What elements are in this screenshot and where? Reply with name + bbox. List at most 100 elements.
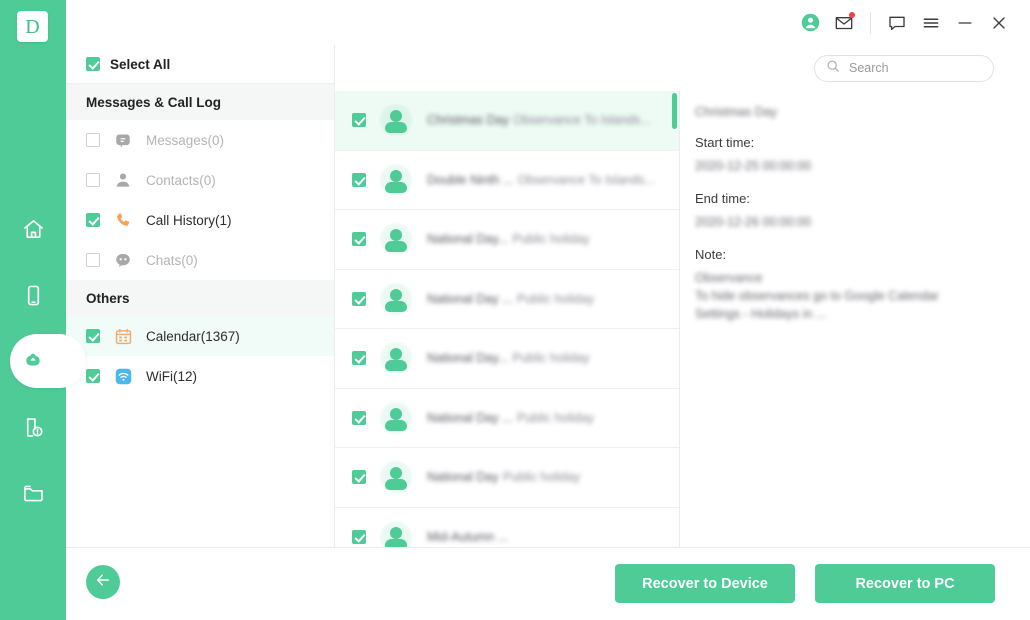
- call-history-label: Call History(1): [146, 212, 232, 228]
- wifi-checkbox[interactable]: [86, 369, 100, 383]
- calendar-label: Calendar(1367): [146, 328, 240, 344]
- rail-item-recover[interactable]: [0, 328, 86, 394]
- select-all-label: Select All: [110, 56, 171, 72]
- list-item-checkbox[interactable]: [352, 113, 366, 128]
- list-item[interactable]: Christmas Day Observance To Islands...: [335, 91, 679, 151]
- category-group-title-messages: Messages & Call Log: [66, 84, 334, 120]
- list-item-text: Mid-Autumn ...: [427, 528, 679, 546]
- search-icon: [826, 59, 840, 78]
- mail-icon[interactable]: [827, 6, 861, 40]
- calendar-checkbox[interactable]: [86, 329, 100, 343]
- list-item-checkbox[interactable]: [352, 172, 366, 187]
- list-item-text: National Day ... Public holiday: [427, 290, 679, 308]
- detail-title: Christmas Day: [695, 105, 777, 119]
- list-item-title: National Day ...: [427, 410, 513, 425]
- messages-checkbox[interactable]: [86, 133, 100, 147]
- list-item-checkbox[interactable]: [352, 351, 366, 366]
- account-icon[interactable]: [793, 6, 827, 40]
- list-item[interactable]: Mid-Autumn ...: [335, 507, 679, 547]
- detail-note-value: Observance To hide observances go to Goo…: [695, 271, 1012, 321]
- messages-label: Messages(0): [146, 132, 225, 148]
- rail-item-home[interactable]: [0, 196, 66, 262]
- avatar: [379, 519, 413, 547]
- detail-note-line: Settings - Holidays in ...: [695, 307, 827, 321]
- list-item-subtitle: Public holiday: [516, 410, 595, 425]
- list-item-title: National Day...: [427, 232, 509, 247]
- app-logo-letter: D: [25, 15, 40, 38]
- footer-bar: Recover to Device Recover to PC: [66, 547, 1030, 620]
- recover-to-pc-button[interactable]: Recover to PC: [815, 564, 995, 603]
- list-item[interactable]: National Day... Public holiday: [335, 210, 679, 270]
- wifi-icon: [112, 365, 134, 387]
- contacts-icon: [112, 169, 134, 191]
- category-row-call-history[interactable]: Call History(1): [66, 200, 334, 240]
- category-row-chats[interactable]: Chats(0): [66, 240, 334, 280]
- list-item-checkbox[interactable]: [352, 410, 366, 425]
- list-item-text: Christmas Day Observance To Islands...: [427, 111, 679, 129]
- detail-note-line: Observance: [695, 271, 763, 285]
- chats-checkbox[interactable]: [86, 253, 100, 267]
- detail-start-time-label: Start time:: [695, 135, 755, 150]
- list-item[interactable]: National Day ... Public holiday: [335, 388, 679, 448]
- record-list: Christmas Day Observance To Islands... D…: [335, 91, 679, 547]
- back-button[interactable]: [86, 565, 120, 599]
- list-item[interactable]: Double Ninth ... Observance To Islands..…: [335, 150, 679, 210]
- title-bar: [66, 0, 1030, 45]
- list-item-title: Double Ninth ...: [427, 172, 514, 187]
- list-item-text: National Day... Public holiday: [427, 230, 679, 248]
- titlebar-divider: [870, 11, 871, 34]
- rail-item-repair[interactable]: [0, 394, 66, 460]
- list-item-text: Double Ninth ... Observance To Islands..…: [427, 171, 679, 189]
- list-scrollbar-thumb[interactable]: [672, 93, 677, 129]
- list-item[interactable]: National Day Public holiday: [335, 448, 679, 508]
- list-item-checkbox[interactable]: [352, 529, 366, 544]
- list-item-subtitle: Observance To Islands...: [517, 172, 655, 187]
- search-box[interactable]: Search: [814, 54, 994, 82]
- list-item-subtitle: Public holiday: [512, 351, 590, 366]
- close-icon[interactable]: [982, 6, 1016, 40]
- list-item-subtitle: Public holiday: [512, 232, 590, 247]
- search-input[interactable]: Search: [849, 61, 889, 75]
- rail-item-device[interactable]: [0, 262, 66, 328]
- category-row-contacts[interactable]: Contacts(0): [66, 160, 334, 200]
- app-window: D Select All Messages & Call Log Message…: [0, 0, 1030, 620]
- select-all-row[interactable]: Select All: [66, 45, 334, 84]
- select-all-checkbox[interactable]: [86, 57, 100, 71]
- list-item[interactable]: National Day ... Public holiday: [335, 269, 679, 329]
- list-item[interactable]: National Day... Public holiday: [335, 329, 679, 389]
- rail-item-list: [0, 196, 86, 526]
- rail-item-files[interactable]: [0, 460, 66, 526]
- list-item-title: National Day: [427, 470, 499, 485]
- avatar: [379, 103, 413, 138]
- list-item-text: National Day ... Public holiday: [427, 409, 679, 427]
- avatar: [379, 400, 413, 435]
- list-item-checkbox[interactable]: [352, 232, 366, 247]
- phone-icon: [22, 284, 45, 307]
- chats-label: Chats(0): [146, 252, 198, 268]
- feedback-icon[interactable]: [880, 6, 914, 40]
- list-item-text: National Day Public holiday: [427, 468, 679, 486]
- wifi-label: WiFi(12): [146, 368, 197, 384]
- category-row-messages[interactable]: Messages(0): [66, 120, 334, 160]
- recover-to-device-button[interactable]: Recover to Device: [615, 564, 795, 603]
- contacts-checkbox[interactable]: [86, 173, 100, 187]
- avatar: [379, 341, 413, 376]
- minimize-icon[interactable]: [948, 6, 982, 40]
- list-item-subtitle: Public holiday: [503, 470, 581, 485]
- call-history-checkbox[interactable]: [86, 213, 100, 227]
- call-history-icon: [112, 209, 134, 231]
- detail-note-label: Note:: [695, 247, 727, 262]
- list-item-checkbox[interactable]: [352, 470, 366, 485]
- home-icon: [22, 218, 45, 241]
- footer-actions: Recover to Device Recover to PC: [615, 564, 995, 603]
- category-row-wifi[interactable]: WiFi(12): [66, 356, 334, 396]
- list-item-subtitle: Public holiday: [516, 291, 595, 306]
- category-group-title-others: Others: [66, 280, 334, 316]
- detail-panel: Christmas Day Start time: 2020-12-25 00:…: [681, 91, 1030, 547]
- mail-unread-badge: [849, 11, 855, 18]
- menu-icon[interactable]: [914, 6, 948, 40]
- recover-cloud-icon: [20, 348, 46, 374]
- list-item-checkbox[interactable]: [352, 291, 366, 306]
- avatar: [379, 162, 413, 197]
- category-row-calendar[interactable]: Calendar(1367): [66, 316, 334, 356]
